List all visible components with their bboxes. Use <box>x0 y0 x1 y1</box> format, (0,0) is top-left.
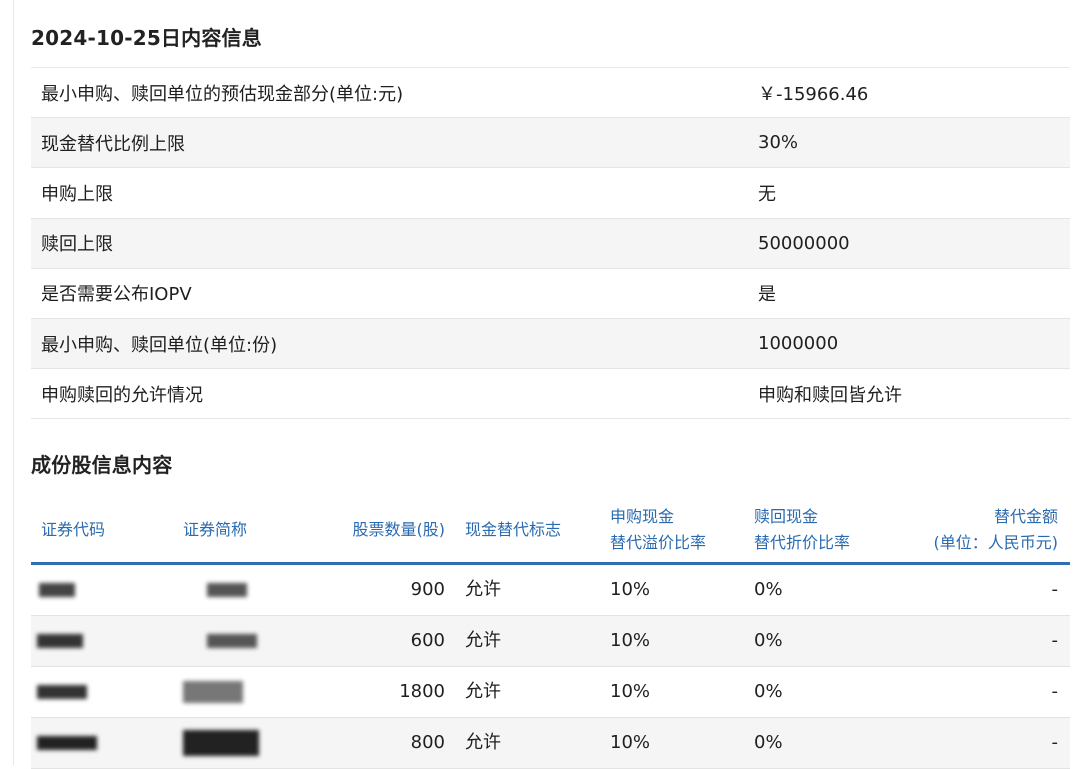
header-security-name: 证券简称 <box>183 520 248 539</box>
header-discount-line2: 替代折价比率 <box>754 533 851 552</box>
info-value: 是 <box>758 284 776 306</box>
cell-flag: 允许 <box>465 681 501 702</box>
info-label: 最小申购、赎回单位的预估现金部分(单位:元) <box>41 83 404 105</box>
table-row: 1800 允许 10% 0% - <box>31 667 1070 718</box>
cell-premium: 10% <box>610 681 651 702</box>
info-value: 1000000 <box>758 333 839 355</box>
info-label: 是否需要公布IOPV <box>41 284 192 306</box>
info-row: 赎回上限 50000000 <box>31 218 1070 269</box>
info-value: ￥-15966.46 <box>758 83 869 105</box>
info-value: 无 <box>758 183 776 205</box>
cell-flag: 允许 <box>465 579 501 600</box>
redacted-code <box>37 685 87 699</box>
header-cash-substitute-flag: 现金替代标志 <box>465 520 562 539</box>
cell-premium: 10% <box>610 579 651 600</box>
info-row: 申购上限 无 <box>31 168 1070 219</box>
table-row: 600 允许 10% 0% - <box>31 616 1070 667</box>
info-label: 赎回上限 <box>41 234 113 256</box>
daily-info-table: 最小申购、赎回单位的预估现金部分(单位:元) ￥-15966.46 现金替代比例… <box>31 67 1070 420</box>
cell-discount: 0% <box>754 630 783 651</box>
info-value: 50000000 <box>758 232 850 254</box>
cell-quantity: 1800 <box>399 681 445 702</box>
cell-discount: 0% <box>754 579 783 600</box>
cell-amount: - <box>1051 681 1059 702</box>
redacted-name <box>183 730 259 756</box>
cell-quantity: 900 <box>410 579 445 600</box>
redacted-code <box>37 736 97 750</box>
header-amount-line2: (单位：人民币元) <box>933 533 1059 552</box>
redacted-name <box>207 583 247 597</box>
cell-quantity: 600 <box>410 630 445 651</box>
cell-discount: 0% <box>754 732 783 753</box>
cell-amount: - <box>1051 732 1059 753</box>
cell-quantity: 800 <box>410 732 445 753</box>
cell-premium: 10% <box>610 630 651 651</box>
info-row: 是否需要公布IOPV 是 <box>31 269 1070 319</box>
info-label: 申购上限 <box>41 183 113 205</box>
redacted-code <box>39 583 75 597</box>
info-row: 最小申购、赎回单位的预估现金部分(单位:元) ￥-15966.46 <box>31 68 1070 119</box>
header-share-quantity: 股票数量(股) <box>352 520 446 539</box>
redacted-name <box>183 681 243 703</box>
section-title-constituents: 成份股信息内容 <box>31 453 173 477</box>
cell-discount: 0% <box>754 681 783 702</box>
header-premium-line2: 替代溢价比率 <box>610 533 707 552</box>
redacted-name <box>207 634 257 648</box>
left-border <box>13 0 14 765</box>
header-amount-line1: 替代金额 <box>993 507 1058 526</box>
redacted-code <box>37 634 83 648</box>
cell-flag: 允许 <box>465 630 501 651</box>
constituents-table-body: 900 允许 10% 0% - 600 允许 10% 0% - 1800 允许 … <box>31 565 1070 769</box>
section-title-daily-info: 2024-10-25日内容信息 <box>31 26 262 50</box>
constituents-table-header: 证券代码 证券简称 股票数量(股) 现金替代标志 申购现金 替代溢价比率 赎回现… <box>31 498 1070 565</box>
info-label: 现金替代比例上限 <box>41 133 185 155</box>
info-value: 申购和赎回皆允许 <box>758 384 902 406</box>
info-value: 30% <box>758 132 799 154</box>
cell-flag: 允许 <box>465 732 501 753</box>
header-security-code: 证券代码 <box>41 520 106 539</box>
table-row: 900 允许 10% 0% - <box>31 565 1070 616</box>
info-row: 最小申购、赎回单位(单位:份) 1000000 <box>31 318 1070 370</box>
info-label: 最小申购、赎回单位(单位:份) <box>41 334 278 356</box>
cell-amount: - <box>1051 630 1059 651</box>
table-row: 800 允许 10% 0% - <box>31 718 1070 769</box>
info-label: 申购赎回的允许情况 <box>41 384 203 406</box>
header-premium-line1: 申购现金 <box>610 507 675 526</box>
info-row: 现金替代比例上限 30% <box>31 118 1070 169</box>
cell-premium: 10% <box>610 732 651 753</box>
info-row: 申购赎回的允许情况 申购和赎回皆允许 <box>31 369 1070 420</box>
cell-amount: - <box>1051 579 1059 600</box>
header-discount-line1: 赎回现金 <box>754 507 819 526</box>
